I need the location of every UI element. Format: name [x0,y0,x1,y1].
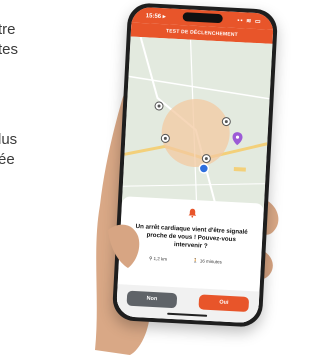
location-pin-icon: ⚲ [148,255,153,261]
alert-bell-icon [188,208,197,218]
side-text-line-2: tes [0,41,19,58]
poi-pin-icon[interactable] [154,101,164,111]
side-paragraph: tre tes lus ée [0,0,40,355]
alert-meta: ⚲ 1,2 km 🚶 16 minutes [119,252,261,269]
poi-pin-icon[interactable] [160,133,170,143]
side-text-line-5: ée [0,151,15,168]
map-graphics [122,36,270,210]
side-text-line-1: tre [0,21,16,38]
poi-pin-icon[interactable] [201,154,211,164]
action-buttons: Non Oui [115,284,260,324]
poi-pin-icon[interactable] [221,117,231,127]
alert-card: Un arrêt cardiaque vient d'être signalé … [115,196,265,324]
walking-icon: 🚶 [192,258,199,264]
phone-screen: 15:56 ▸ ▪▪ ≋ ▭ TEST DE DÉCLENCHEMENT Un … [115,6,275,324]
alert-message: Un arrêt cardiaque vient d'être signalé … [135,222,248,250]
side-text-line-4: lus [0,131,18,148]
home-indicator [167,312,208,317]
road [122,183,266,187]
phone-device: 15:56 ▸ ▪▪ ≋ ▭ TEST DE DÉCLENCHEMENT Un … [111,2,279,328]
place-pin-icon[interactable] [232,132,243,146]
status-time: 15:56 ▸ [145,13,166,21]
map-view[interactable] [121,36,273,212]
status-icons: ▪▪ ≋ ▭ [237,18,262,26]
dynamic-island [182,12,223,24]
walk-time-value: 16 minutes [199,258,222,265]
distance-info: ⚲ 1,2 km [149,256,167,263]
distance-value: 1,2 km [153,255,168,262]
road-shield [233,167,246,172]
yes-button[interactable]: Oui [198,294,250,312]
road [128,75,270,100]
user-location-icon [198,163,210,174]
walk-time-info: 🚶 16 minutes [193,258,222,266]
no-button[interactable]: Non [126,290,178,309]
